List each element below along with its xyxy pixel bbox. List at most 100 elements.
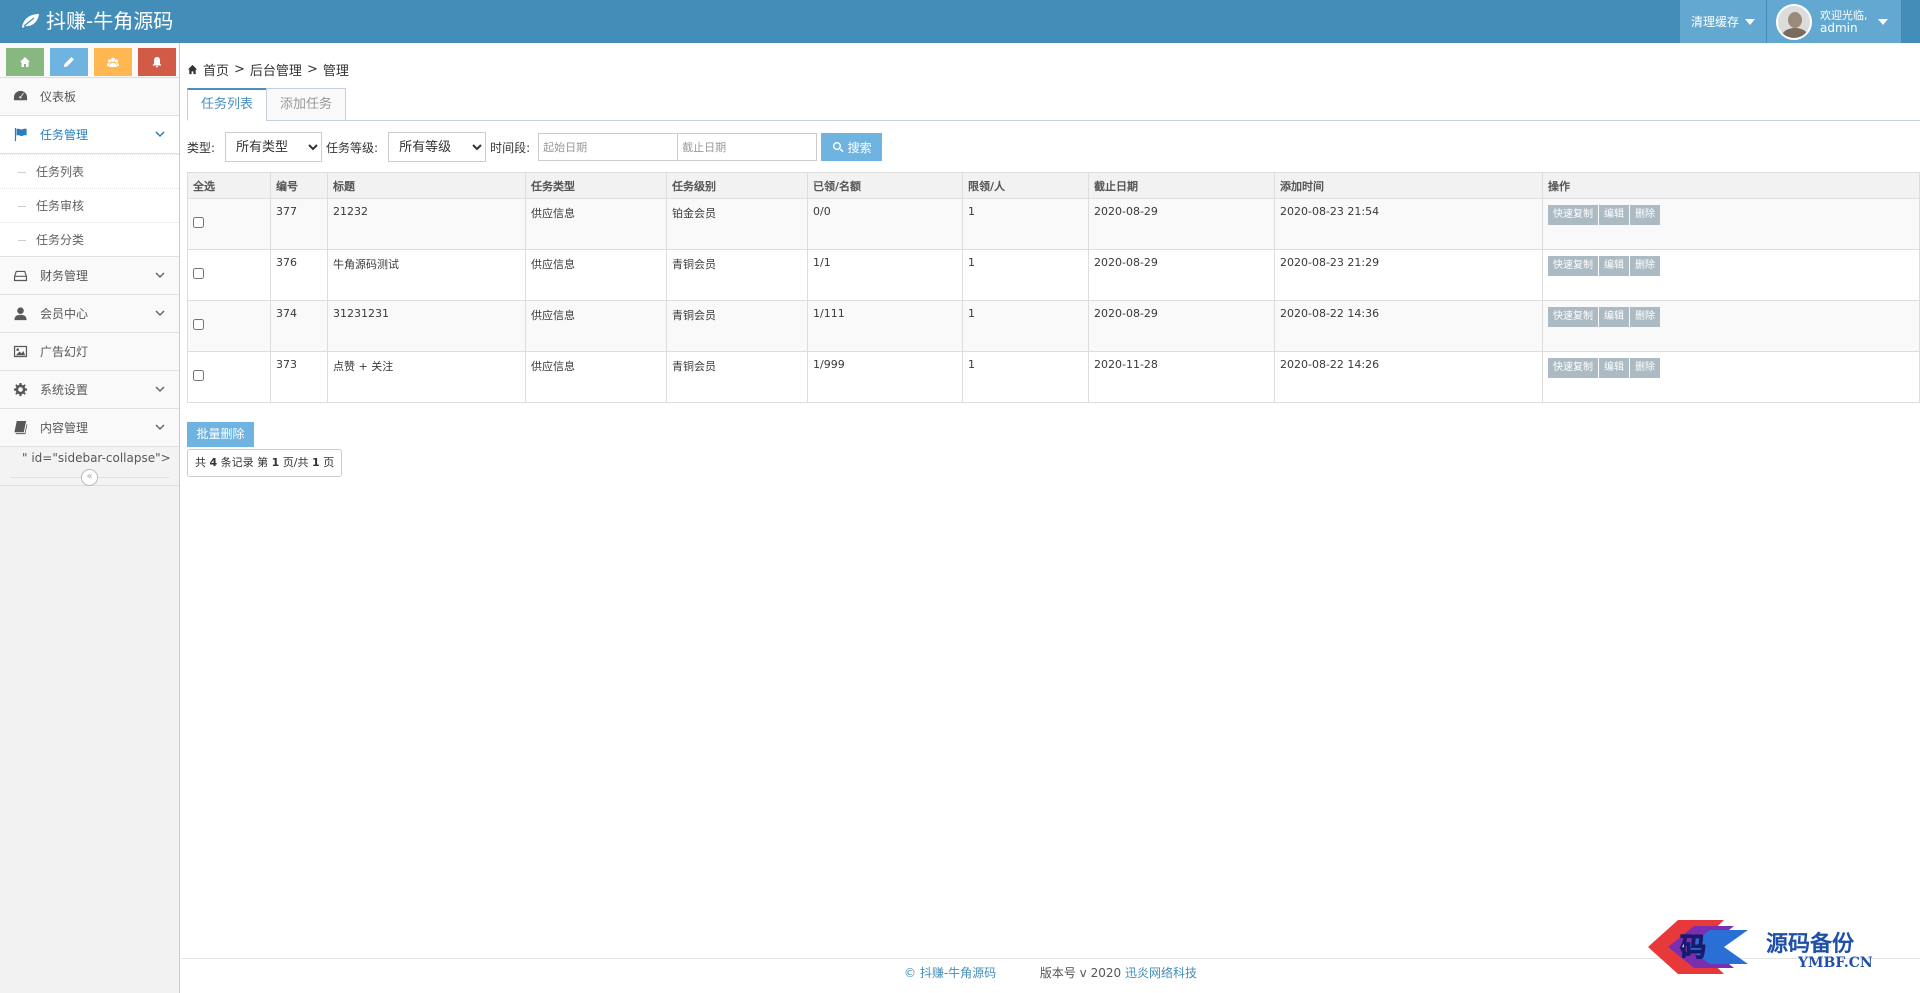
cell-id: 376 [270,249,328,301]
edit-button[interactable]: 编辑 [1599,307,1629,327]
picture-icon [12,344,28,360]
delete-button[interactable]: 删除 [1630,205,1660,225]
search-label: 搜索 [847,140,872,155]
caret-down-icon [1745,18,1755,25]
chevron-down-icon [155,272,165,279]
cell-quota: 1/1 [807,249,963,301]
cell-limit: 1 [962,351,1089,403]
cell-type: 供应信息 [525,351,667,403]
cell-deadline: 2020-08-29 [1088,249,1275,301]
double-angle-left-icon[interactable]: « [81,469,98,486]
start-date-input[interactable] [538,133,679,161]
quick-copy-button[interactable]: 快速复制 [1548,358,1598,378]
pager-current-page: 1 [271,456,280,469]
end-date-input[interactable] [677,133,818,161]
sidebar-item-member-center[interactable]: 会员中心 [0,295,179,333]
cell-type: 供应信息 [525,300,667,352]
edit-button[interactable]: 编辑 [1599,256,1629,276]
delete-button[interactable]: 删除 [1630,256,1660,276]
row-checkbox[interactable] [193,268,204,279]
sidebar-item-system-settings[interactable]: 系统设置 [0,371,179,409]
table-row: 377 21232 供应信息 铂金会员 0/0 1 2020-08-29 202… [187,198,1920,250]
leaf-icon [22,14,39,28]
cell-deadline: 2020-11-28 [1088,351,1275,403]
user-menu[interactable]: 欢迎光临, admin [1767,0,1901,43]
cell-actions: 快速复制 编辑 删除 [1542,300,1920,352]
quick-copy-button[interactable]: 快速复制 [1548,205,1598,225]
watermark-emblem: 码 [1648,920,1748,974]
table-row: 373 点赞 + 关注 供应信息 青铜会员 1/999 1 2020-11-28… [187,351,1920,403]
row-checkbox[interactable] [193,217,204,228]
level-select[interactable]: 所有等级 [388,132,487,162]
sidebar-item-label: 内容管理 [40,421,89,435]
sidebar-item-label: 财务管理 [40,269,89,283]
submenu-item-task-list[interactable]: 任务列表 [0,154,179,188]
column-header: 添加时间 [1274,172,1543,199]
row-checkbox[interactable] [193,370,204,381]
footer-version: 版本号 v 2020 [1039,966,1122,980]
cell-added: 2020-08-22 14:26 [1274,351,1543,403]
navbar: 抖赚-牛角源码 清理缓存 欢迎光临, admin [0,0,1920,43]
breadcrumb-admin-link[interactable]: 后台管理 [250,60,302,79]
sidebar-item-label: 广告幻灯 [40,345,89,359]
sidebar-collapse-bar: « [0,469,179,486]
cell-title: 31231231 [327,300,526,352]
sidebar-item-task-management[interactable]: 任务管理 [0,116,179,154]
footer-company-link[interactable]: 迅炎网络科技 [1125,966,1197,980]
delete-button[interactable]: 删除 [1630,358,1660,378]
clear-cache-button[interactable]: 清理缓存 [1680,0,1766,43]
watermark-glyph: 码 [1680,933,1706,963]
edit-button[interactable]: 编辑 [1599,358,1629,378]
shortcut-bar [0,43,179,78]
pencil-shortcut-button[interactable] [50,48,88,76]
cell-title: 牛角源码测试 [327,249,526,301]
breadcrumb: 首页 > 后台管理 > 管理 [187,60,349,79]
sidebar-item-finance[interactable]: 财务管理 [0,257,179,295]
cell-quota: 1/111 [807,300,963,352]
book-icon [12,420,28,436]
tab-add-task[interactable]: 添加任务 [266,88,347,121]
caret-down-icon [1877,18,1888,25]
welcome-text: 欢迎光临, [1820,8,1868,22]
pagination-info: 共 4 条记录 第 1 页/共 1 页 [187,449,343,477]
type-select[interactable]: 所有类型 [225,132,323,162]
cell-added: 2020-08-22 14:36 [1274,300,1543,352]
tabs-divider [187,120,1920,121]
cell-actions: 快速复制 编辑 删除 [1542,249,1920,301]
breadcrumb-home-link[interactable]: 首页 [203,60,229,79]
bell-shortcut-button[interactable] [138,48,176,76]
tab-task-list[interactable]: 任务列表 [187,88,268,121]
submenu-item-task-category[interactable]: 任务分类 [0,222,179,256]
sidebar-item-content-management[interactable]: 内容管理 [0,409,179,447]
gear-icon [12,382,28,398]
sidebar: 仪表板 任务管理 任务列表 任务审核 任务分类 财务管理 会员中心 广告幻灯 系… [0,43,180,993]
chevron-down-icon [155,131,165,138]
sidebar-item-ad-slides[interactable]: 广告幻灯 [0,333,179,371]
select-all-header[interactable]: 全选 [187,172,271,199]
watermark-subtext: YMBF.CN [1798,955,1873,971]
row-checkbox[interactable] [193,319,204,330]
cell-id: 373 [270,351,328,403]
sidebar-item-dashboard[interactable]: 仪表板 [0,78,179,116]
pager-total-pages: 1 [312,456,320,469]
cell-quota: 0/0 [807,198,963,250]
edit-button[interactable]: 编辑 [1599,205,1629,225]
cell-quota: 1/999 [807,351,963,403]
delete-button[interactable]: 删除 [1630,307,1660,327]
pager-text: 条记录 第 [220,456,269,469]
home-shortcut-button[interactable] [6,48,44,76]
footer-brand-link[interactable]: © 抖赚-牛角源码 [904,966,996,980]
submenu-item-task-review[interactable]: 任务审核 [0,188,179,222]
pencil-icon [64,57,74,67]
batch-delete-button[interactable]: 批量删除 [187,422,254,447]
search-button[interactable]: 搜索 [821,133,883,161]
dashboard-icon [12,89,28,105]
quick-copy-button[interactable]: 快速复制 [1548,256,1598,276]
brand[interactable]: 抖赚-牛角源码 [20,8,173,34]
sidebar-item-label: 仪表板 [40,90,77,104]
quick-copy-button[interactable]: 快速复制 [1548,307,1598,327]
users-shortcut-button[interactable] [94,48,132,76]
table-row: 376 牛角源码测试 供应信息 青铜会员 1/1 1 2020-08-29 20… [187,249,1920,301]
watermark-logo: 码 源码备份 YMBF.CN [1638,912,1890,982]
chevron-down-icon [155,424,165,431]
